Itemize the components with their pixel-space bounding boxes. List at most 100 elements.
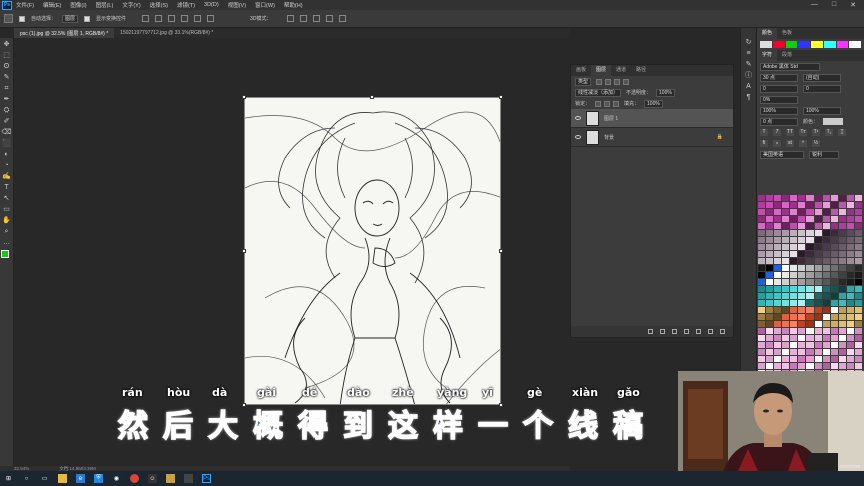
color-swatch[interactable] [782, 279, 790, 285]
color-swatch[interactable] [766, 279, 774, 285]
color-swatch[interactable] [830, 216, 838, 222]
color-swatch[interactable] [846, 209, 854, 215]
color-swatch[interactable] [806, 230, 814, 236]
color-swatch[interactable] [790, 279, 798, 285]
color-swatch[interactable] [782, 195, 790, 201]
color-swatch[interactable] [822, 265, 830, 271]
tab-paragraph[interactable]: 段落 [777, 50, 797, 61]
color-swatch[interactable] [822, 293, 830, 299]
color-swatch[interactable] [814, 279, 822, 285]
shape-tool-icon[interactable]: ▭ [2, 205, 12, 214]
color-swatch[interactable] [846, 279, 854, 285]
line-art-image[interactable] [244, 97, 501, 405]
color-swatch[interactable] [782, 244, 790, 250]
ordinal-button[interactable]: ª [799, 140, 807, 147]
color-swatch[interactable] [782, 216, 790, 222]
color-swatch[interactable] [830, 265, 838, 271]
color-swatch[interactable] [790, 223, 798, 229]
color-swatch[interactable] [806, 293, 814, 299]
color-swatch[interactable] [854, 307, 862, 313]
color-swatch[interactable] [822, 251, 830, 257]
color-swatch[interactable] [814, 300, 822, 306]
start-windows-icon[interactable]: ⊞ [4, 474, 13, 483]
color-swatch[interactable] [806, 223, 814, 229]
color-swatch[interactable] [774, 209, 782, 215]
color-swatch[interactable] [838, 321, 846, 327]
color-swatch[interactable] [806, 335, 814, 341]
minimize-button[interactable]: — [811, 1, 818, 9]
vertical-scale-input[interactable]: 100% [760, 106, 798, 115]
photoshop-taskbar-icon[interactable]: Ps [202, 474, 211, 483]
color-swatch[interactable] [798, 258, 806, 264]
character-icon[interactable]: A [744, 82, 754, 91]
tab-color[interactable]: 颜色 [757, 28, 778, 39]
color-swatch[interactable] [766, 202, 774, 208]
menu-3d[interactable]: 3D(D) [204, 2, 219, 8]
tab-second-doc[interactable]: 15021197797712.jpg @ 33.1%(RGB/8#) * [114, 28, 220, 38]
ligature-button[interactable]: fi [760, 140, 768, 147]
color-swatch[interactable] [790, 237, 798, 243]
color-swatch[interactable] [798, 209, 806, 215]
color-swatch[interactable] [854, 237, 862, 243]
color-swatch[interactable] [830, 300, 838, 306]
align-center-icon[interactable] [194, 15, 202, 22]
color-swatch[interactable] [774, 342, 782, 348]
color-swatch[interactable] [814, 286, 822, 292]
antialias-dropdown[interactable]: 锐利 [809, 150, 839, 159]
dodge-tool-icon[interactable]: ◔ [2, 161, 12, 170]
file-explorer-icon[interactable] [58, 474, 67, 483]
color-swatch[interactable] [846, 272, 854, 278]
superscript-button[interactable]: T¹ [812, 129, 820, 136]
color-swatch[interactable] [822, 216, 830, 222]
color-swatch[interactable] [782, 265, 790, 271]
color-swatch[interactable] [774, 363, 782, 369]
type-tool-icon[interactable]: T [2, 183, 12, 192]
link-layers-icon[interactable] [648, 329, 653, 334]
color-swatch[interactable] [774, 300, 782, 306]
color-swatch[interactable] [790, 258, 798, 264]
color-swatch[interactable] [838, 258, 846, 264]
app2-icon[interactable] [184, 474, 193, 483]
color-swatch[interactable] [798, 195, 806, 201]
more-tools-icon[interactable]: … [2, 238, 12, 247]
color-swatch[interactable] [854, 300, 862, 306]
color-swatch[interactable] [758, 349, 766, 355]
color-swatch[interactable] [822, 286, 830, 292]
color-swatch[interactable] [806, 279, 814, 285]
color-swatch[interactable] [790, 356, 798, 362]
color-swatch[interactable] [774, 244, 782, 250]
color-swatch[interactable] [830, 363, 838, 369]
color-swatch[interactable] [838, 286, 846, 292]
color-swatch[interactable] [782, 293, 790, 299]
color-swatch[interactable] [798, 314, 806, 320]
tracking-input[interactable]: 0 [803, 84, 841, 93]
color-swatch[interactable] [790, 321, 798, 327]
close-button[interactable]: ✕ [850, 1, 856, 9]
color-swatch[interactable] [854, 321, 862, 327]
color-swatch[interactable] [758, 356, 766, 362]
color-swatch[interactable] [774, 314, 782, 320]
eraser-tool-icon[interactable]: ⌫ [2, 128, 12, 137]
color-swatch[interactable] [838, 202, 846, 208]
brush-tool-icon[interactable]: ✐ [2, 117, 12, 126]
color-swatch[interactable] [846, 293, 854, 299]
scale-icon[interactable] [339, 15, 347, 22]
color-swatch[interactable] [790, 342, 798, 348]
color-swatch[interactable] [822, 209, 830, 215]
color-swatch[interactable] [766, 216, 774, 222]
menu-select[interactable]: 选择(S) [150, 1, 168, 9]
swatch-grid[interactable] [757, 194, 863, 376]
color-swatch[interactable] [822, 356, 830, 362]
color-swatch[interactable] [790, 363, 798, 369]
color-swatch[interactable] [854, 251, 862, 257]
menu-layer[interactable]: 图层(L) [96, 1, 114, 9]
visibility-eye-icon[interactable] [575, 135, 581, 139]
color-swatch[interactable] [758, 202, 766, 208]
color-swatch[interactable] [806, 265, 814, 271]
color-swatch[interactable] [766, 342, 774, 348]
color-swatch[interactable] [806, 342, 814, 348]
transform-handle[interactable] [242, 95, 246, 99]
color-swatch[interactable] [790, 335, 798, 341]
pan-icon[interactable] [313, 15, 321, 22]
color-swatch[interactable] [766, 195, 774, 201]
